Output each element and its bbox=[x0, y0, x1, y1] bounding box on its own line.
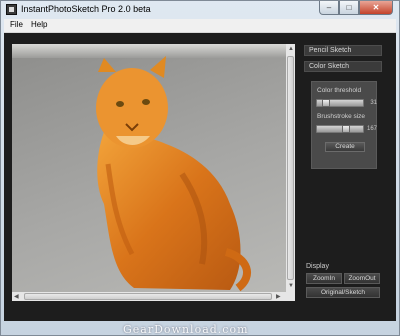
menu-help[interactable]: Help bbox=[31, 20, 47, 29]
scroll-up-icon[interactable]: ▲ bbox=[288, 45, 294, 53]
create-button[interactable]: Create bbox=[325, 142, 365, 152]
zoom-in-button[interactable]: ZoomIn bbox=[306, 273, 342, 284]
brushstroke-size-knob[interactable] bbox=[342, 125, 350, 133]
horizontal-scroll-thumb[interactable] bbox=[24, 293, 272, 300]
brushstroke-size-label: Brushstroke size bbox=[317, 113, 366, 120]
close-button[interactable]: ✕ bbox=[359, 1, 393, 15]
original-sketch-button[interactable]: Original/Sketch bbox=[306, 287, 380, 298]
app-icon[interactable] bbox=[6, 4, 17, 15]
scroll-left-icon[interactable]: ◀ bbox=[14, 293, 19, 301]
tab-color-sketch[interactable]: Color Sketch bbox=[304, 61, 382, 72]
image-canvas[interactable]: ▲ ▼ ◀ ▶ bbox=[12, 44, 295, 301]
vertical-scrollbar[interactable]: ▲ ▼ bbox=[286, 44, 295, 292]
horizontal-scrollbar[interactable]: ◀ ▶ bbox=[12, 292, 286, 301]
tab-pencil-sketch[interactable]: Pencil Sketch bbox=[304, 45, 382, 56]
window-title: InstantPhotoSketch Pro 2.0 beta bbox=[21, 4, 151, 14]
color-threshold-knob[interactable] bbox=[322, 99, 330, 107]
brushstroke-size-slider[interactable]: 167 bbox=[316, 125, 377, 133]
vertical-scroll-thumb[interactable] bbox=[287, 56, 294, 280]
watermark-text: GearDownload.com bbox=[123, 323, 249, 336]
menu-file[interactable]: File bbox=[10, 20, 23, 29]
maximize-button[interactable]: □ bbox=[339, 1, 359, 15]
color-threshold-value: 31 bbox=[370, 100, 377, 106]
app-window: InstantPhotoSketch Pro 2.0 beta – □ ✕ Fi… bbox=[0, 0, 400, 336]
cat-illustration bbox=[96, 56, 251, 292]
color-threshold-label: Color threshold bbox=[317, 87, 362, 94]
color-threshold-slider[interactable]: 31 bbox=[316, 99, 377, 107]
sketch-image bbox=[12, 44, 286, 292]
color-sketch-options: Color threshold 31 Brushstroke size 167 … bbox=[311, 81, 377, 169]
zoom-out-button[interactable]: ZoomOut bbox=[344, 273, 380, 284]
title-bar[interactable]: InstantPhotoSketch Pro 2.0 beta – □ ✕ bbox=[1, 1, 399, 19]
display-label: Display bbox=[306, 263, 329, 270]
scroll-corner bbox=[286, 292, 295, 301]
menu-bar: File Help bbox=[4, 19, 396, 33]
scroll-down-icon[interactable]: ▼ bbox=[288, 282, 294, 290]
minimize-button[interactable]: – bbox=[319, 1, 339, 15]
scroll-right-icon[interactable]: ▶ bbox=[276, 293, 281, 301]
window-controls: – □ ✕ bbox=[319, 1, 393, 16]
brushstroke-size-value: 167 bbox=[366, 126, 377, 132]
main-area: ▲ ▼ ◀ ▶ Pencil Sketch Color Sketch Color… bbox=[4, 33, 396, 321]
